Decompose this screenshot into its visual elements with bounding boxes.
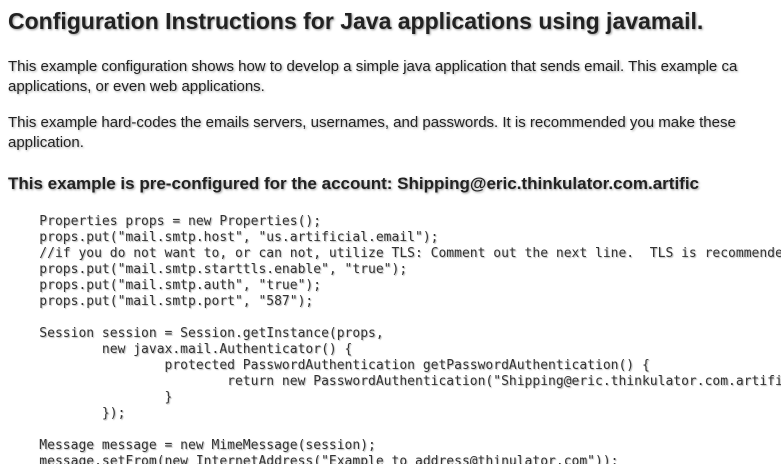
code-line: Message message = new MimeMessage(sessio… <box>8 438 376 453</box>
code-line: props.put("mail.smtp.host", "us.artifici… <box>8 230 439 245</box>
code-line: props.put("mail.smtp.starttls.enable", "… <box>8 262 408 277</box>
page-title: Configuration Instructions for Java appl… <box>8 8 704 34</box>
intro-paragraph: This example configuration shows how to … <box>8 57 737 97</box>
code-line: new javax.mail.Authenticator() { <box>8 342 353 357</box>
code-line: //if you do not want to, or can not, uti… <box>8 246 781 261</box>
code-line: props.put("mail.smtp.port", "587"); <box>8 294 314 309</box>
code-line: } <box>8 390 173 405</box>
intro-line-2: applications, or even web applications. <box>8 78 265 95</box>
security-line-2: application. <box>8 134 84 151</box>
code-line: return new PasswordAuthentication("Shipp… <box>8 374 781 389</box>
intro-line-1: This example configuration shows how to … <box>8 58 738 75</box>
code-line: message.setFrom(new InternetAddress("Exa… <box>8 454 619 464</box>
code-line: Properties props = new Properties(); <box>8 214 322 229</box>
code-block: Properties props = new Properties(); pro… <box>8 214 781 464</box>
security-line-1: This example hard-codes the emails serve… <box>8 114 736 131</box>
code-line: props.put("mail.smtp.auth", "true"); <box>8 278 322 293</box>
code-line: Session session = Session.getInstance(pr… <box>8 326 384 341</box>
code-line: protected PasswordAuthentication getPass… <box>8 358 650 373</box>
code-line: }); <box>8 406 126 421</box>
account-heading: This example is pre-configured for the a… <box>8 174 700 193</box>
security-paragraph: This example hard-codes the emails serve… <box>8 113 736 153</box>
